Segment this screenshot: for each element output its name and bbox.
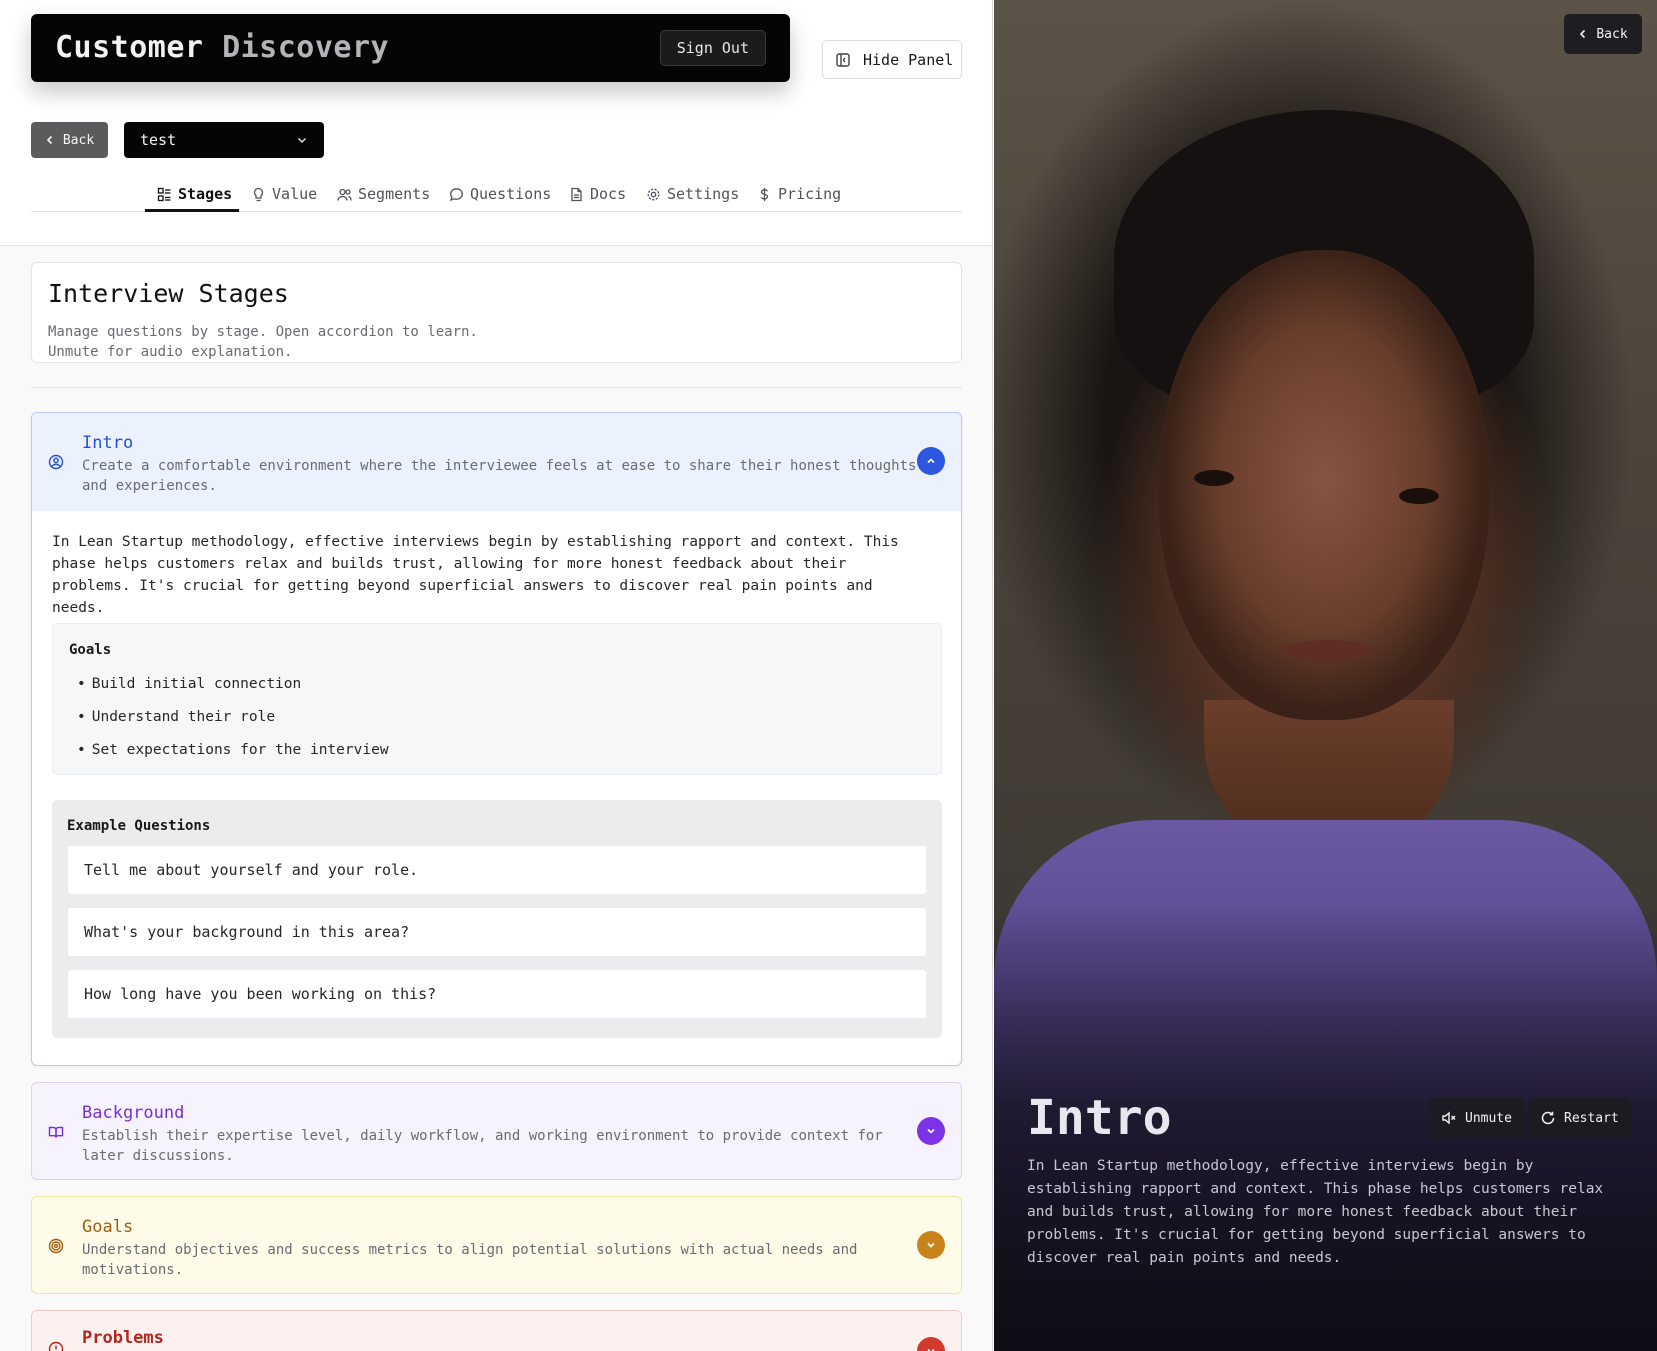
chat-bubble-icon [449,187,464,202]
expand-button[interactable] [917,1117,945,1145]
video-back-button[interactable]: Back [1564,14,1642,54]
project-select[interactable]: test [124,122,324,158]
tab-stages[interactable]: Stages [157,176,232,212]
gear-icon [646,187,661,202]
accordion-background[interactable]: Background Establish their expertise lev… [31,1082,962,1180]
app-title: Customer Discovery [55,30,389,65]
presenter-mouth [1284,640,1374,660]
accordion-background-header[interactable]: Background Establish their expertise lev… [32,1083,961,1179]
goal-item: Understand their role [77,707,389,740]
user-circle-icon [48,454,64,470]
expand-button[interactable] [917,1337,945,1351]
app-title-word1: Customer [55,30,204,65]
accordion-intro-subtitle: Create a comfortable environment where t… [82,458,917,494]
tab-settings[interactable]: Settings [646,176,739,212]
goal-item: Set expectations for the interview [77,740,389,773]
video-panel: Back Intro Unmute Restart In Lean Startu… [994,0,1657,1351]
top-bar: Customer Discovery Sign Out Hide Panel B… [0,0,992,246]
goal-item: Build initial connection [77,674,389,707]
chevron-down-icon [925,1239,937,1251]
accordion-intro: Intro Create a comfortable environment w… [31,412,962,1066]
speaker-muted-icon [1441,1110,1457,1126]
goals-heading: Goals [69,642,112,658]
stage-explanation: In Lean Startup methodology, effective i… [52,534,899,616]
book-open-icon [48,1124,64,1140]
restart-icon [1540,1110,1556,1126]
chevron-left-icon [1578,29,1588,39]
project-select-value: test [140,131,177,149]
example-question[interactable]: What's your background in this area? [68,908,926,956]
presenter-eye [1399,488,1439,504]
tab-value-label: Value [272,185,318,203]
accordion-intro-header[interactable]: Intro Create a comfortable environment w… [32,413,961,511]
lightbulb-icon [251,187,266,202]
goals-list: Build initial connection Understand thei… [77,674,389,773]
chevron-down-icon [925,1345,937,1351]
video-back-label: Back [1596,26,1628,42]
presenter-eye [1194,470,1234,486]
stages-info-card: Interview Stages Manage questions by sta… [31,262,962,363]
alert-circle-icon [48,1341,64,1351]
restart-label: Restart [1564,1110,1619,1126]
active-tab-indicator [145,209,239,212]
tab-segments[interactable]: Segments [337,176,430,212]
accordion-goals[interactable]: Goals Understand objectives and success … [31,1196,962,1294]
video-caption: In Lean Startup methodology, effective i… [1027,1158,1604,1266]
collapse-button[interactable] [917,447,945,475]
chevron-down-icon [925,1125,937,1137]
users-icon [337,187,352,202]
accordion-goals-title: Goals [82,1217,134,1237]
panel-toggle-icon [835,52,851,68]
accordion-intro-title: Intro [82,433,134,453]
accordion-problems[interactable]: Problems [31,1310,962,1351]
tab-questions[interactable]: Questions [449,176,551,212]
accordion-background-title: Background [82,1103,185,1123]
goals-section: Goals Build initial connection Understan… [52,623,942,775]
accordion-problems-header[interactable]: Problems [32,1311,961,1351]
video-stage-title: Intro [1027,1090,1172,1146]
page-title: Interview Stages [48,279,289,308]
example-question[interactable]: Tell me about yourself and your role. [68,846,926,894]
discovery-panel: Customer Discovery Sign Out Hide Panel B… [0,0,993,1351]
chevron-up-icon [925,455,937,467]
back-label: Back [62,132,95,148]
app-header: Customer Discovery Sign Out [31,14,790,82]
unmute-label: Unmute [1465,1110,1512,1126]
accordion-problems-title: Problems [82,1328,164,1348]
dollar-icon [757,187,772,202]
hide-panel-label: Hide Panel [863,50,954,69]
document-icon [569,187,584,202]
tab-value[interactable]: Value [251,176,317,212]
chevron-left-icon [45,135,55,145]
tab-settings-label: Settings [667,185,740,203]
restart-button[interactable]: Restart [1528,1098,1631,1138]
accordion-goals-subtitle: Understand objectives and success metric… [82,1242,858,1278]
target-icon [48,1238,64,1254]
tab-docs-label: Docs [590,185,627,203]
tab-pricing-label: Pricing [778,185,842,203]
example-questions-section: Example Questions Tell me about yourself… [52,800,942,1038]
sign-out-button[interactable]: Sign Out [659,30,766,66]
example-questions-heading: Example Questions [67,818,211,834]
chevron-down-icon [296,134,308,146]
page-description: Manage questions by stage. Open accordio… [48,324,478,360]
presenter-video[interactable] [994,0,1657,1351]
back-button[interactable]: Back [31,122,108,158]
section-divider [31,387,962,388]
tab-docs[interactable]: Docs [569,176,626,212]
unmute-button[interactable]: Unmute [1429,1098,1524,1138]
accordion-goals-header[interactable]: Goals Understand objectives and success … [32,1197,961,1293]
tab-questions-label: Questions [470,185,552,203]
tab-pricing[interactable]: Pricing [757,176,841,212]
stages-icon [157,187,172,202]
hide-panel-button[interactable]: Hide Panel [822,40,962,79]
expand-button[interactable] [917,1231,945,1259]
tab-stages-label: Stages [178,185,233,203]
tab-bar: Stages Value Segments Questions Docs Set… [31,176,962,212]
example-question[interactable]: How long have you been working on this? [68,970,926,1018]
tab-segments-label: Segments [358,185,431,203]
accordion-background-subtitle: Establish their expertise level, daily w… [82,1128,883,1164]
app-title-word2: Discovery [222,30,390,65]
